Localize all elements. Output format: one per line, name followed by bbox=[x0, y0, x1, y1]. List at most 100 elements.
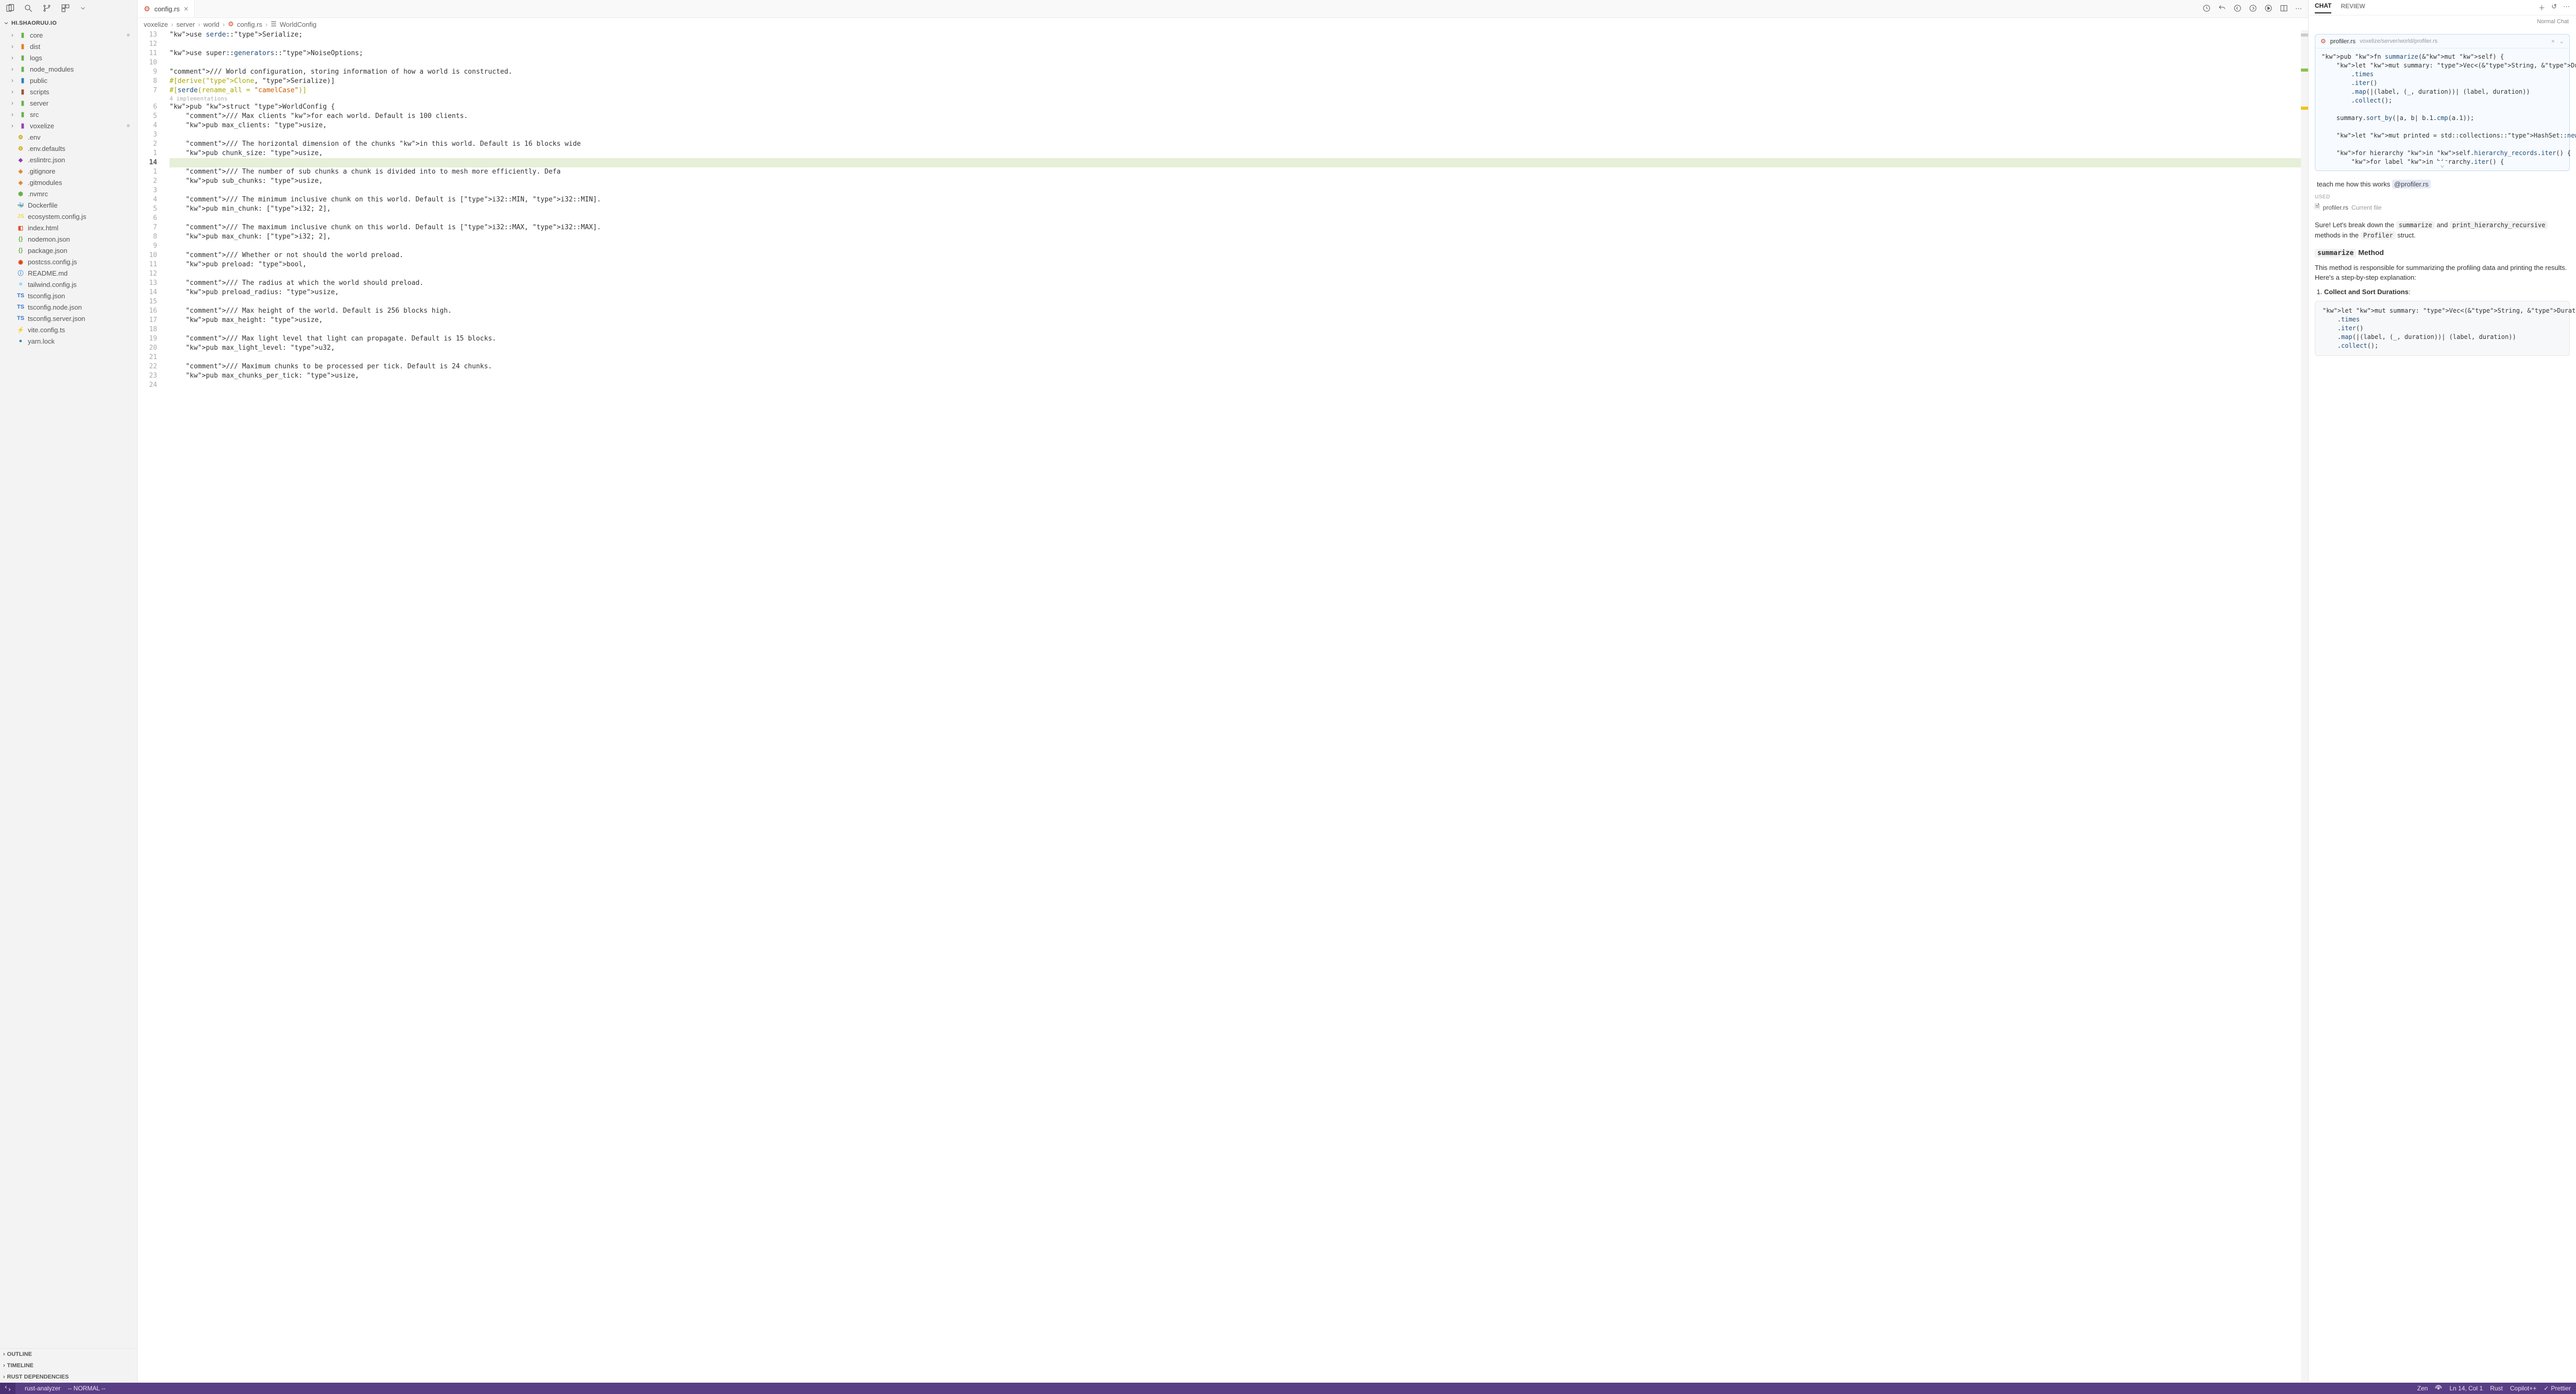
rust-icon: ⚙ bbox=[2320, 38, 2326, 45]
crumb[interactable]: config.rs bbox=[237, 21, 262, 28]
file-item[interactable]: ⚙.env.defaults bbox=[0, 143, 137, 154]
split-icon[interactable] bbox=[2280, 4, 2288, 14]
folder-item[interactable]: ›▮scripts bbox=[0, 86, 137, 97]
extensions-icon[interactable] bbox=[61, 4, 70, 14]
more-icon[interactable] bbox=[79, 5, 87, 13]
file-item[interactable]: ◧index.html bbox=[0, 222, 137, 233]
remove-context-icon[interactable]: × bbox=[2551, 38, 2555, 45]
next-icon[interactable] bbox=[2249, 4, 2257, 14]
file-item[interactable]: ◆.eslintrc.json bbox=[0, 154, 137, 165]
tab-config-rs[interactable]: ⚙ config.rs × bbox=[138, 0, 195, 18]
inline-code: print_hierarchy_recursive bbox=[2450, 221, 2548, 229]
used-label: USED bbox=[2315, 194, 2570, 200]
folder-item[interactable]: ›▮core bbox=[0, 29, 137, 41]
expand-context-icon[interactable]: ⌄ bbox=[2559, 38, 2564, 45]
inline-code: summarize bbox=[2315, 249, 2356, 258]
prettier-status[interactable]: ✓ Prettier bbox=[2544, 1385, 2571, 1392]
run-icon[interactable] bbox=[2264, 4, 2273, 14]
file-item[interactable]: ⓘREADME.md bbox=[0, 267, 137, 279]
search-icon[interactable] bbox=[24, 4, 33, 14]
file-item[interactable]: {}package.json bbox=[0, 245, 137, 256]
file-item[interactable]: {}nodemon.json bbox=[0, 233, 137, 245]
rust-analyzer-status[interactable]: rust-analyzer bbox=[25, 1385, 60, 1392]
crumb[interactable]: server bbox=[176, 21, 195, 28]
zen-mode[interactable]: Zen bbox=[2417, 1385, 2428, 1392]
used-filename: profiler.rs bbox=[2323, 204, 2348, 211]
vim-mode: -- NORMAL -- bbox=[67, 1385, 106, 1392]
folder-item[interactable]: ›▮src bbox=[0, 109, 137, 120]
code-lines[interactable]: "kw">use serde::"type">Serialize;"kw">us… bbox=[163, 30, 2301, 1383]
file-item[interactable]: 🐳Dockerfile bbox=[0, 199, 137, 211]
symbol-icon: ☰ bbox=[270, 20, 277, 28]
tab-filename: config.rs bbox=[155, 5, 180, 13]
file-item[interactable]: TStsconfig.node.json bbox=[0, 301, 137, 313]
project-header[interactable]: HI.SHAORUU.IO bbox=[0, 18, 137, 28]
history-icon[interactable] bbox=[2202, 4, 2211, 14]
context-path: voxelize/server/world/profiler.rs bbox=[2360, 38, 2437, 44]
context-header[interactable]: ⚙ profiler.rs voxelize/server/world/prof… bbox=[2315, 35, 2569, 48]
file-item[interactable]: ◈.gitmodules bbox=[0, 177, 137, 188]
folder-item[interactable]: ›▮dist bbox=[0, 41, 137, 52]
branch-icon[interactable] bbox=[42, 4, 52, 14]
copilot-status[interactable]: Copilot++ bbox=[2510, 1385, 2536, 1392]
new-chat-icon[interactable]: ＋ bbox=[2538, 3, 2545, 12]
chat-tabs: CHAT REVIEW ＋ ↺ ⋯ bbox=[2309, 0, 2576, 15]
folder-item[interactable]: ›▮server bbox=[0, 97, 137, 109]
file-item[interactable]: TStsconfig.json bbox=[0, 290, 137, 301]
folder-item[interactable]: ›▮logs bbox=[0, 52, 137, 63]
response-text: Sure! Let's break down the bbox=[2315, 221, 2396, 229]
used-sub: Current file bbox=[2351, 204, 2382, 211]
folder-item[interactable]: ›▮node_modules bbox=[0, 63, 137, 75]
more-icon[interactable]: ⋯ bbox=[2563, 3, 2570, 12]
file-item[interactable]: ●yarn.lock bbox=[0, 335, 137, 347]
section-header[interactable]: ›TIMELINE bbox=[0, 1360, 137, 1371]
prev-icon[interactable] bbox=[2233, 4, 2242, 14]
breadcrumb[interactable]: voxelize› server› world› ⚙ config.rs› ☰ … bbox=[138, 18, 2308, 30]
new-file-icon[interactable] bbox=[5, 4, 14, 14]
code-editor[interactable]: 1312111098765432114123456789101112131415… bbox=[138, 30, 2308, 1383]
folder-item[interactable]: ›▮voxelize bbox=[0, 120, 137, 131]
context-code: "kw">pub "kw">fn summarize(&"kw">mut "kw… bbox=[2315, 48, 2569, 171]
file-item[interactable]: JSecosystem.config.js bbox=[0, 211, 137, 222]
response-heading: summarize Method bbox=[2315, 247, 2570, 259]
crumb[interactable]: WorldConfig bbox=[280, 21, 316, 28]
live-icon[interactable] bbox=[2435, 1385, 2442, 1392]
crumb[interactable]: world bbox=[204, 21, 219, 28]
chat-tab-review[interactable]: REVIEW bbox=[2341, 3, 2365, 13]
file-item[interactable]: ⬢.nvmrc bbox=[0, 188, 137, 199]
file-item[interactable]: ⚡vite.config.ts bbox=[0, 324, 137, 335]
crumb[interactable]: voxelize bbox=[144, 21, 168, 28]
file-item[interactable]: ◉postcss.config.js bbox=[0, 256, 137, 267]
close-icon[interactable]: × bbox=[184, 5, 189, 13]
gutter: 1312111098765432114123456789101112131415… bbox=[138, 30, 163, 1383]
history-icon[interactable]: ↺ bbox=[2551, 3, 2557, 12]
used-item[interactable]: 🗎 profiler.rs Current file bbox=[2315, 202, 2570, 213]
chat-mode[interactable]: Normal Chat bbox=[2309, 15, 2576, 28]
prompt-text: teach me how this works bbox=[2317, 180, 2392, 188]
file-item[interactable]: TStsconfig.server.json bbox=[0, 313, 137, 324]
sidebar-toolbar bbox=[0, 0, 137, 18]
section-header[interactable]: ›RUST DEPENDENCIES bbox=[0, 1371, 137, 1383]
rust-icon: ⚙ bbox=[144, 5, 150, 13]
heading-text: Method bbox=[2356, 248, 2384, 257]
file-item[interactable]: ◈.gitignore bbox=[0, 165, 137, 177]
more-icon[interactable]: ⋯ bbox=[2295, 5, 2302, 13]
project-name: HI.SHAORUU.IO bbox=[11, 20, 57, 26]
step-title: Collect and Sort Durations bbox=[2324, 288, 2409, 296]
cursor-position[interactable]: Ln 14, Col 1 bbox=[2449, 1385, 2483, 1392]
file-item[interactable]: ≈tailwind.config.js bbox=[0, 279, 137, 290]
response-desc: This method is responsible for summarizi… bbox=[2315, 263, 2570, 283]
undo-icon[interactable] bbox=[2218, 4, 2226, 14]
remote-indicator[interactable] bbox=[0, 1383, 15, 1394]
response-text: and bbox=[2435, 221, 2450, 229]
folder-item[interactable]: ›▮public bbox=[0, 75, 137, 86]
tabs-actions: ⋯ bbox=[2202, 0, 2308, 18]
expand-icon[interactable]: ⌄ bbox=[2437, 161, 2447, 169]
minimap[interactable] bbox=[2301, 30, 2308, 1383]
section-header[interactable]: ›OUTLINE bbox=[0, 1349, 137, 1360]
file-icon: 🗎 bbox=[2315, 202, 2320, 213]
language-mode[interactable]: Rust bbox=[2490, 1385, 2503, 1392]
file-mention[interactable]: @profiler.rs bbox=[2392, 180, 2431, 189]
file-item[interactable]: ⚙.env bbox=[0, 131, 137, 143]
chat-tab-chat[interactable]: CHAT bbox=[2315, 2, 2331, 13]
